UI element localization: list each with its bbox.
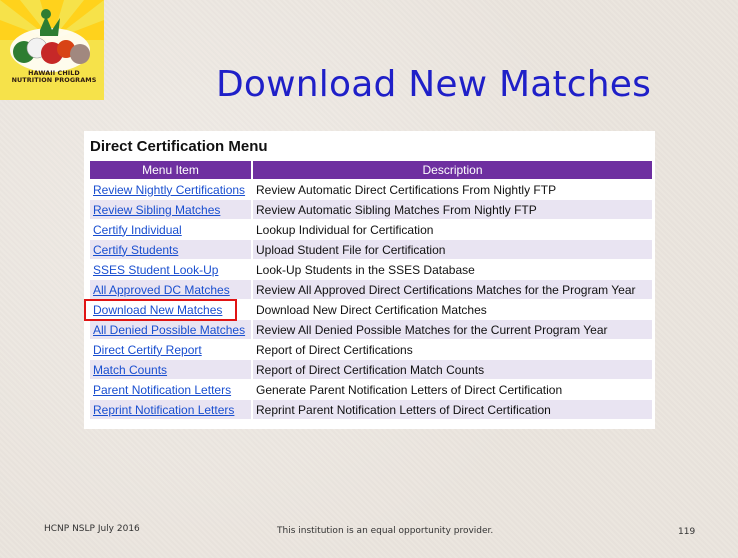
table-row: All Approved DC Matches Review All Appro… [90, 280, 652, 299]
menu-description: Review All Denied Possible Matches for t… [253, 320, 652, 339]
logo-text: HAWAII CHILD NUTRITION PROGRAMS [4, 70, 104, 84]
footer-center: This institution is an equal opportunity… [277, 526, 494, 536]
menu-table: Menu Item Description Review Nightly Cer… [88, 160, 654, 420]
menu-link-match-counts[interactable]: Match Counts [90, 360, 251, 379]
table-row: Review Nightly Certifications Review Aut… [90, 180, 652, 199]
menu-link-direct-certify-report[interactable]: Direct Certify Report [90, 340, 251, 359]
hawaii-child-nutrition-logo: HAWAII CHILD NUTRITION PROGRAMS [0, 0, 104, 100]
menu-link-review-nightly-certifications[interactable]: Review Nightly Certifications [90, 180, 251, 199]
table-row: Parent Notification Letters Generate Par… [90, 380, 652, 399]
table-row: All Denied Possible Matches Review All D… [90, 320, 652, 339]
header-menu-item: Menu Item [90, 161, 251, 179]
menu-link-certify-individual[interactable]: Certify Individual [90, 220, 251, 239]
menu-description: Review Automatic Sibling Matches From Ni… [253, 200, 652, 219]
menu-link-parent-notification-letters[interactable]: Parent Notification Letters [90, 380, 251, 399]
page-title: Download New Matches [216, 64, 652, 105]
menu-link-reprint-notification-letters[interactable]: Reprint Notification Letters [90, 400, 251, 419]
table-row: Reprint Notification Letters Reprint Par… [90, 400, 652, 419]
menu-description: Report of Direct Certifications [253, 340, 652, 359]
direct-certification-menu: Direct Certification Menu Menu Item Desc… [84, 131, 655, 429]
menu-link-all-denied-possible-matches[interactable]: All Denied Possible Matches [90, 320, 251, 339]
page-number: 119 [678, 527, 696, 537]
footer-left: HCNP NSLP July 2016 [44, 524, 140, 534]
menu-link-sses-student-look-up[interactable]: SSES Student Look-Up [90, 260, 251, 279]
highlight-box [84, 299, 237, 321]
menu-description: Review Automatic Direct Certifications F… [253, 180, 652, 199]
menu-description: Upload Student File for Certification [253, 240, 652, 259]
menu-title: Direct Certification Menu [90, 138, 268, 155]
menu-description: Generate Parent Notification Letters of … [253, 380, 652, 399]
menu-description: Lookup Individual for Certification [253, 220, 652, 239]
menu-description: Review All Approved Direct Certification… [253, 280, 652, 299]
menu-header-row: Menu Item Description [90, 161, 652, 179]
menu-description: Report of Direct Certification Match Cou… [253, 360, 652, 379]
menu-description: Reprint Parent Notification Letters of D… [253, 400, 652, 419]
menu-link-review-sibling-matches[interactable]: Review Sibling Matches [90, 200, 251, 219]
table-row: Direct Certify Report Report of Direct C… [90, 340, 652, 359]
menu-link-certify-students[interactable]: Certify Students [90, 240, 251, 259]
menu-description: Look-Up Students in the SSES Database [253, 260, 652, 279]
logo-sunburst-icon [0, 0, 104, 100]
table-row: Match Counts Report of Direct Certificat… [90, 360, 652, 379]
menu-description: Download New Direct Certification Matche… [253, 300, 652, 319]
table-row: Certify Individual Lookup Individual for… [90, 220, 652, 239]
table-row: SSES Student Look-Up Look-Up Students in… [90, 260, 652, 279]
header-description: Description [253, 161, 652, 179]
logo-line-2: NUTRITION PROGRAMS [11, 76, 97, 84]
table-row: Certify Students Upload Student File for… [90, 240, 652, 259]
table-row: Review Sibling Matches Review Automatic … [90, 200, 652, 219]
menu-link-all-approved-dc-matches[interactable]: All Approved DC Matches [90, 280, 251, 299]
